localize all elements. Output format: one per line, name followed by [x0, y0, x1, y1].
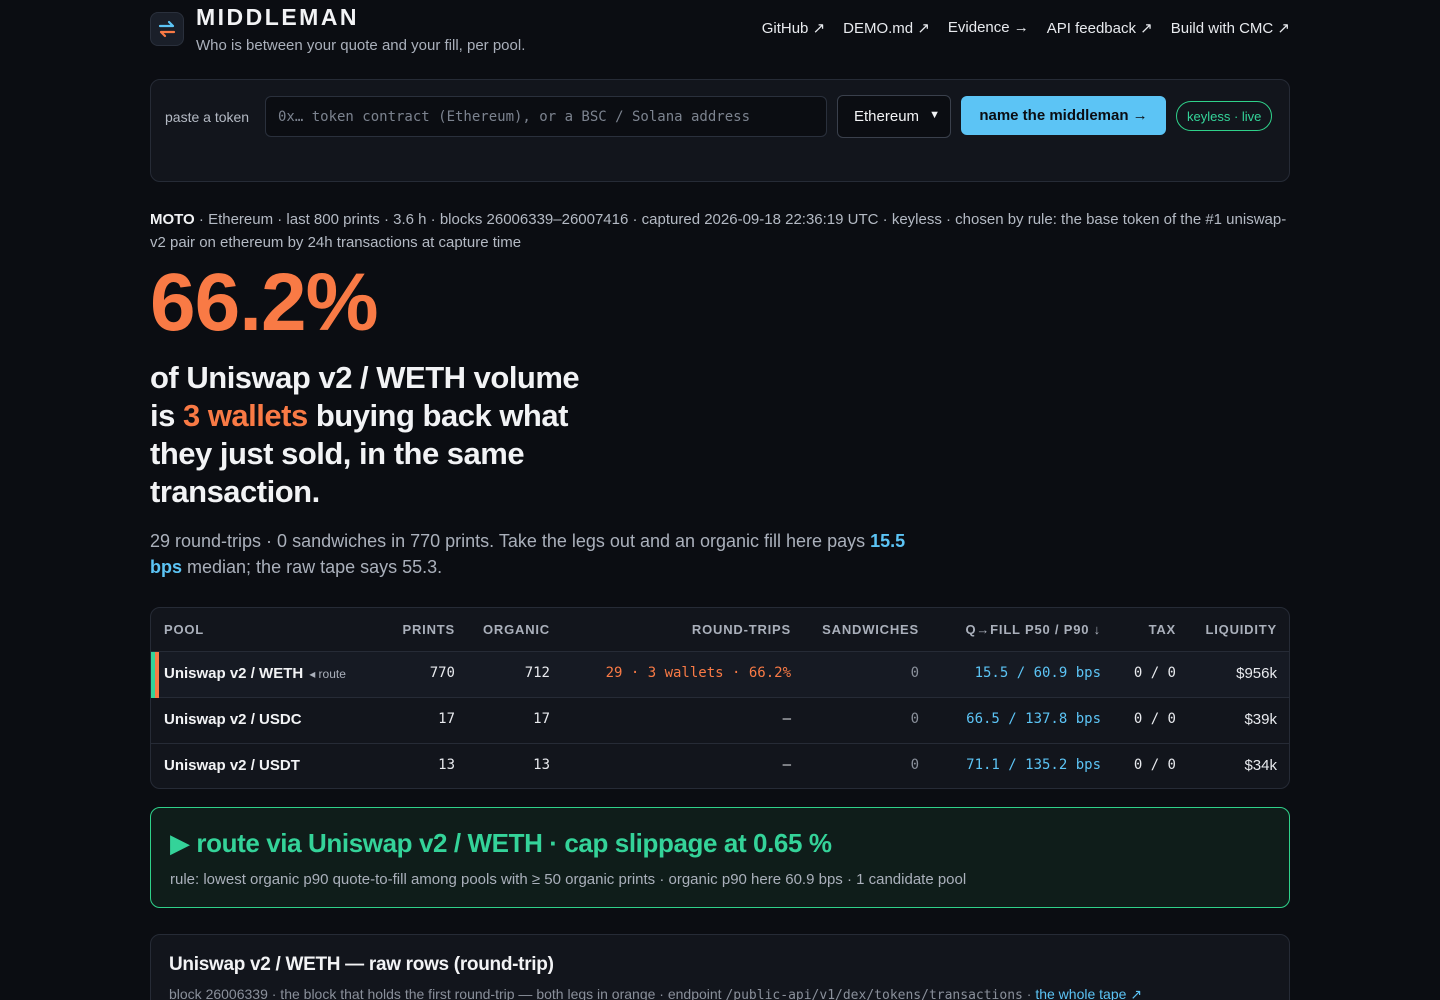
raw-rows-panel: Uniswap v2 / WETH — raw rows (round-trip… [150, 934, 1290, 1000]
prints-cell: 17 [438, 711, 455, 727]
summary-part-a: 29 round-trips · 0 sandwiches in 770 pri… [150, 531, 871, 551]
pool-name: Uniswap v2 / WETH ◂ route [164, 665, 346, 682]
tax-cell: 0 / 0 [1133, 757, 1176, 773]
organic-cell: 17 [533, 711, 550, 727]
hero-percent: 66.2% [150, 257, 379, 348]
liquidity-cell: $956k [1236, 665, 1277, 682]
nav-github-link[interactable]: GitHub ↗ [762, 19, 825, 37]
chain-select-value: Ethereum [854, 108, 920, 125]
top-nav: GitHub ↗ DEMO.md ↗ Evidence → API feedba… [762, 19, 1290, 37]
round-trips-cell: 29 · 3 wallets · 66.2% [605, 665, 791, 681]
tax-cell: 0 / 0 [1133, 665, 1176, 681]
raw-rows-subtitle: block 26006339 · the block that holds th… [169, 986, 1142, 1000]
liquidity-cell: $34k [1244, 757, 1277, 774]
col-tax[interactable]: TAX [1149, 622, 1176, 637]
route-title: ▶ route via Uniswap v2 / WETH · cap slip… [170, 828, 832, 858]
tax-cell: 0 / 0 [1133, 711, 1176, 727]
table-header: POOL PRINTS ORGANIC ROUND-TRIPS SANDWICH… [151, 608, 1289, 652]
name-the-middleman-button[interactable]: name the middleman → [961, 96, 1166, 135]
headline-highlight: 3 wallets [182, 398, 308, 433]
nav-evidence-link[interactable]: Evidence → [948, 19, 1029, 37]
chain-select[interactable]: Ethereum ▼ [837, 95, 951, 138]
nav-api-feedback-link[interactable]: API feedback ↗ [1047, 19, 1153, 37]
paste-token-label: paste a token [165, 109, 250, 125]
nav-build-with-cmc-link[interactable]: Build with CMC ↗ [1171, 19, 1290, 37]
token-search-panel: paste a token Ethereum ▼ name the middle… [150, 79, 1290, 182]
round-trips-cell: — [782, 757, 791, 773]
chevron-down-icon: ▼ [929, 109, 940, 121]
sandwiches-cell: 0 [910, 665, 919, 681]
token-address-input[interactable] [265, 96, 827, 137]
fill-cell: 71.1 / 135.2 bps [966, 757, 1101, 773]
header: MIDDLEMAN Who is between your quote and … [150, 0, 1290, 66]
table-row[interactable]: Uniswap v2 / USDC 17 17 — 0 66.5 / 137.8… [151, 698, 1289, 744]
token-symbol: MOTO [150, 211, 195, 228]
tagline: Who is between your quote and your fill,… [196, 37, 526, 54]
pool-name: Uniswap v2 / USDC [164, 711, 302, 728]
route-recommendation: ▶ route via Uniswap v2 / WETH · cap slip… [150, 807, 1290, 908]
status-badge: keyless · live [1176, 101, 1273, 131]
hero-headline: of Uniswap v2 / WETH volume is 3 wallets… [150, 359, 590, 511]
endpoint-path: /public-api/v1/dex/tokens/transactions [725, 988, 1023, 1000]
fill-cell: 15.5 / 60.9 bps [974, 665, 1101, 681]
col-liquidity[interactable]: LIQUIDITY [1206, 622, 1277, 637]
liquidity-cell: $39k [1244, 711, 1277, 728]
swap-arrows-icon [158, 20, 176, 38]
col-prints[interactable]: PRINTS [403, 622, 455, 637]
fill-cell: 66.5 / 137.8 bps [966, 711, 1101, 727]
col-pool[interactable]: POOL [164, 622, 204, 637]
app-logo[interactable] [150, 12, 184, 46]
sandwiches-cell: 0 [910, 711, 919, 727]
col-fill[interactable]: Q→FILL P50 / P90 ↓ [965, 622, 1101, 637]
whole-tape-link[interactable]: the whole tape ↗ [1035, 986, 1142, 1000]
page: MIDDLEMAN Who is between your quote and … [150, 0, 1290, 1000]
table-row[interactable]: Uniswap v2 / WETH ◂ route 770 712 29 · 3 … [151, 652, 1289, 698]
col-sandwiches[interactable]: SANDWICHES [822, 622, 919, 637]
raw-sub-text: block 26006339 · the block that holds th… [169, 986, 726, 1000]
capture-details: · Ethereum · last 800 prints · 3.6 h · b… [150, 211, 1287, 251]
sandwiches-cell: 0 [910, 757, 919, 773]
nav-demo-link[interactable]: DEMO.md ↗ [843, 19, 930, 37]
capture-meta: MOTO · Ethereum · last 800 prints · 3.6 … [150, 208, 1290, 254]
pool-name: Uniswap v2 / USDT [164, 757, 300, 774]
prints-cell: 13 [438, 757, 455, 773]
round-trips-cell: — [782, 711, 791, 727]
hero-summary: 29 round-trips · 0 sandwiches in 770 pri… [150, 528, 910, 580]
prints-cell: 770 [429, 665, 455, 681]
table-row[interactable]: Uniswap v2 / USDT 13 13 — 0 71.1 / 135.2… [151, 744, 1289, 788]
raw-sub-sep: · [1022, 986, 1036, 1000]
col-round-trips[interactable]: ROUND-TRIPS [692, 622, 791, 637]
pool-table: POOL PRINTS ORGANIC ROUND-TRIPS SANDWICH… [150, 607, 1290, 789]
route-rule: rule: lowest organic p90 quote-to-fill a… [170, 871, 967, 888]
organic-cell: 712 [524, 665, 550, 681]
route-accent-bar [151, 652, 159, 698]
organic-cell: 13 [533, 757, 550, 773]
pool-name-text: Uniswap v2 / WETH [164, 665, 304, 682]
raw-rows-title: Uniswap v2 / WETH — raw rows (round-trip… [169, 954, 554, 975]
route-tag: ◂ route [309, 667, 346, 681]
col-organic[interactable]: ORGANIC [483, 622, 550, 637]
summary-part-b: median; the raw tape says 55.3. [182, 557, 443, 577]
brand-name: MIDDLEMAN [196, 4, 360, 30]
